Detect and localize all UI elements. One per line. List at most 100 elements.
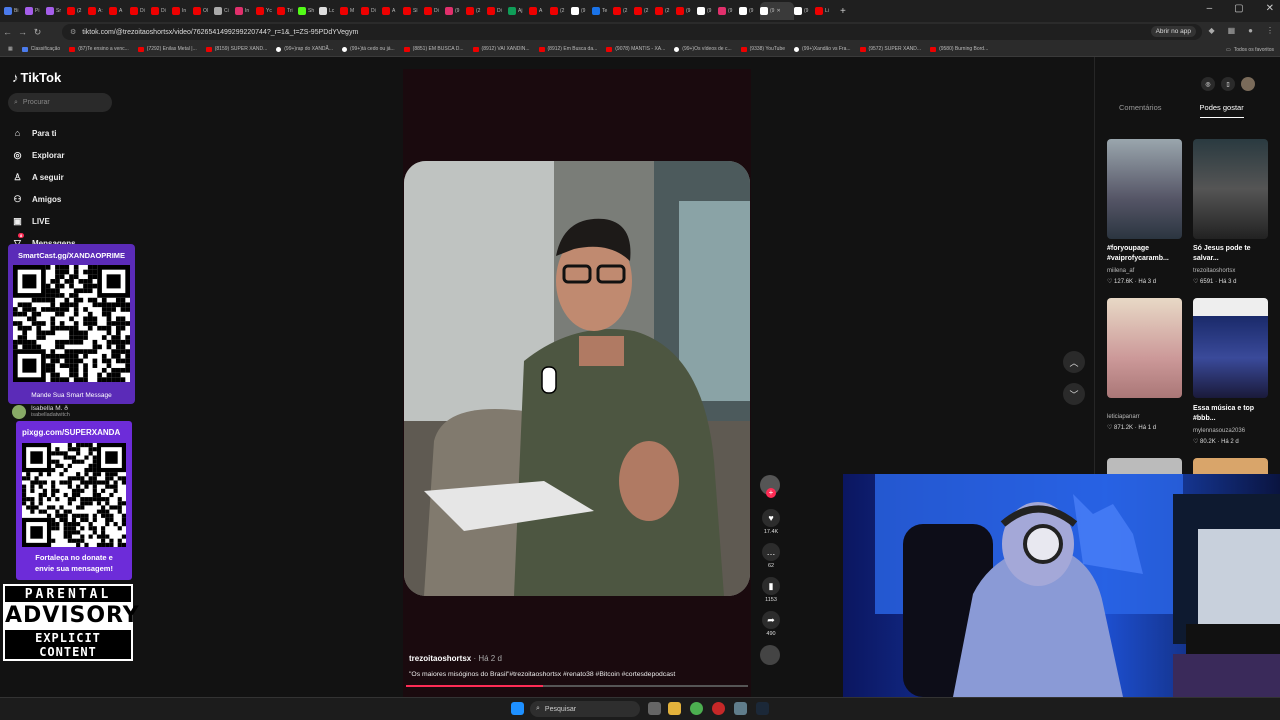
browser-tab[interactable]: (9 [676, 2, 697, 20]
video-author[interactable]: trezoitaoshortsx [409, 654, 471, 663]
browser-tab[interactable]: A: [88, 2, 109, 20]
search-input[interactable]: ⌕ Procurar [8, 93, 112, 112]
browser-tab[interactable]: Bi [4, 2, 25, 20]
bookmark-item[interactable]: (9572) SUPER XAND... [859, 46, 921, 52]
tab-comments[interactable]: Comentários [1119, 103, 1162, 118]
bookmark-item[interactable]: (9078) MANTIS - XA... [606, 46, 665, 52]
menu-dots-icon[interactable]: ⋮ [1266, 26, 1274, 35]
new-tab-icon[interactable]: + [840, 6, 846, 17]
browser-tab[interactable]: A [382, 2, 403, 20]
bookmark-item[interactable]: (99+)Os vídeos de c... [674, 46, 732, 52]
sidebar-item-explorar[interactable]: ◎ Explorar [12, 144, 76, 166]
author-avatar[interactable]: + [760, 475, 780, 498]
sound-avatar[interactable] [760, 645, 780, 665]
browser-tab[interactable]: Sl [403, 2, 424, 20]
bookmark-item[interactable]: (99+)rap do XANDÃ... [276, 46, 333, 52]
open-app-button[interactable]: Abrir no app [1150, 26, 1196, 37]
extensions-puzzle-icon[interactable]: ▦ [1228, 26, 1236, 35]
url-field[interactable]: ⚙ tiktok.com/@trezoitaoshortsx/video/762… [62, 24, 1202, 40]
task-view-icon[interactable] [648, 702, 661, 715]
file-explorer-icon[interactable] [668, 702, 681, 715]
all-favorites[interactable]: ▭ Todos os favoritos [1219, 42, 1274, 56]
phone-icon[interactable]: ▯ [1221, 77, 1235, 91]
bookmark-item[interactable]: (87)Te ensino a venc... [69, 46, 129, 52]
browser-tab[interactable]: In [172, 2, 193, 20]
video-progress-bar[interactable] [406, 685, 748, 687]
tab-podes-gostar[interactable]: Podes gostar [1199, 103, 1244, 118]
site-info-icon[interactable]: ⚙ [70, 28, 76, 36]
browser-tab[interactable]: (9 [718, 2, 739, 20]
browser-tab[interactable]: (9 [739, 2, 760, 20]
video-frame[interactable] [404, 161, 750, 596]
recommended-author[interactable]: leticiapanarr [1107, 414, 1140, 420]
browser-tab[interactable]: Sh [298, 2, 319, 20]
browser-tab[interactable]: Li [815, 2, 836, 20]
browser-tab[interactable]: (9 ✕ [760, 2, 794, 20]
recommended-author[interactable]: mylennasouza2036 [1193, 428, 1245, 434]
close-tab-icon[interactable]: ✕ [776, 8, 780, 14]
compass-small-icon[interactable]: ◎ [1201, 77, 1215, 91]
bookmark-item[interactable]: (8912) VAI XANDIN... [472, 46, 530, 52]
recommended-thumb[interactable] [1107, 139, 1182, 239]
browser-tab[interactable]: (2 [634, 2, 655, 20]
forward-icon[interactable]: → [15, 27, 30, 37]
sidebar-item-live[interactable]: ▣ LIVE [12, 210, 76, 232]
reload-icon[interactable]: ↻ [30, 27, 45, 38]
bookmark-icon[interactable]: ▮ [762, 577, 780, 595]
like-icon[interactable]: ♥ [762, 509, 780, 527]
browser-tab[interactable]: (2 [613, 2, 634, 20]
sidebar-item-a-seguir[interactable]: ♙ A seguir [12, 166, 76, 188]
browser-tab[interactable]: A [109, 2, 130, 20]
sidebar-item-amigos[interactable]: ⚇ Amigos [12, 188, 76, 210]
bookmark-item[interactable]: (8912) Em Busca da... [538, 46, 597, 52]
browser-tab[interactable]: (9 [794, 2, 815, 20]
back-icon[interactable]: ← [0, 27, 15, 37]
browser-tab[interactable]: (2 [67, 2, 88, 20]
browser-tab[interactable]: A [529, 2, 550, 20]
steam-icon[interactable] [756, 702, 769, 715]
opera-icon[interactable] [712, 702, 725, 715]
bookmark-item[interactable]: (7292) Enilas Metal |... [137, 46, 197, 52]
next-video-button[interactable]: ﹀ [1063, 383, 1085, 405]
settings-icon[interactable] [734, 702, 747, 715]
minimize-icon[interactable]: – [1207, 3, 1213, 14]
recommended-thumb[interactable] [1193, 298, 1268, 398]
browser-tab[interactable]: (2 [466, 2, 487, 20]
browser-tab[interactable]: Ci [214, 2, 235, 20]
apps-grid-icon[interactable]: ▦ [8, 46, 13, 52]
sidebar-item-para-ti[interactable]: ⌂ Para ti [12, 122, 76, 144]
share-icon[interactable]: ➦ [762, 611, 780, 629]
recommended-author[interactable]: trezoitaoshortsx [1193, 268, 1235, 274]
browser-tab[interactable]: (9 [445, 2, 466, 20]
previous-video-button[interactable]: ︿ [1063, 351, 1085, 373]
chrome-icon[interactable] [690, 702, 703, 715]
bookmark-item[interactable]: (8851) EM BUSCA D... [403, 46, 464, 52]
maximize-icon[interactable]: ▢ [1234, 3, 1243, 14]
recommended-title[interactable]: Essa música e top #bbb... [1193, 404, 1263, 424]
browser-tab[interactable]: Lc [319, 2, 340, 20]
recommended-thumb[interactable] [1193, 139, 1268, 239]
browser-tab[interactable]: M [340, 2, 361, 20]
browser-tab[interactable]: Te [592, 2, 613, 20]
bookmark-item[interactable]: (99+)tá cedo ou já... [342, 46, 395, 52]
follow-plus-icon[interactable]: + [766, 488, 776, 498]
bookmark-item[interactable]: (9338) YouTube [740, 46, 785, 52]
browser-tab[interactable]: Di [487, 2, 508, 20]
browser-tab[interactable]: (9 [697, 2, 718, 20]
recommended-title[interactable]: #foryoupage #vaiprofycaramb... [1107, 244, 1177, 264]
recommended-title[interactable]: Só Jesus pode te salvar... [1193, 244, 1263, 264]
extension-icon[interactable]: ◆ [1208, 26, 1214, 35]
bookmark-item[interactable]: (99+)Xandão vs Fra... [794, 46, 851, 52]
browser-tab[interactable]: (2 [550, 2, 571, 20]
browser-tab[interactable]: Di [424, 2, 445, 20]
tiktok-logo[interactable]: ♪ TikTok [12, 70, 61, 85]
windows-start-icon[interactable] [511, 702, 524, 715]
bookmark-item[interactable]: (8159) SUPER XAND... [205, 46, 267, 52]
browser-tab[interactable]: In [235, 2, 256, 20]
bookmark-item[interactable]: Classificação [21, 46, 60, 52]
browser-tab[interactable]: Aj [508, 2, 529, 20]
browser-tab[interactable]: Yc [256, 2, 277, 20]
browser-tab[interactable]: Di [361, 2, 382, 20]
close-window-icon[interactable]: ✕ [1266, 3, 1274, 14]
browser-tab[interactable]: (2 [655, 2, 676, 20]
